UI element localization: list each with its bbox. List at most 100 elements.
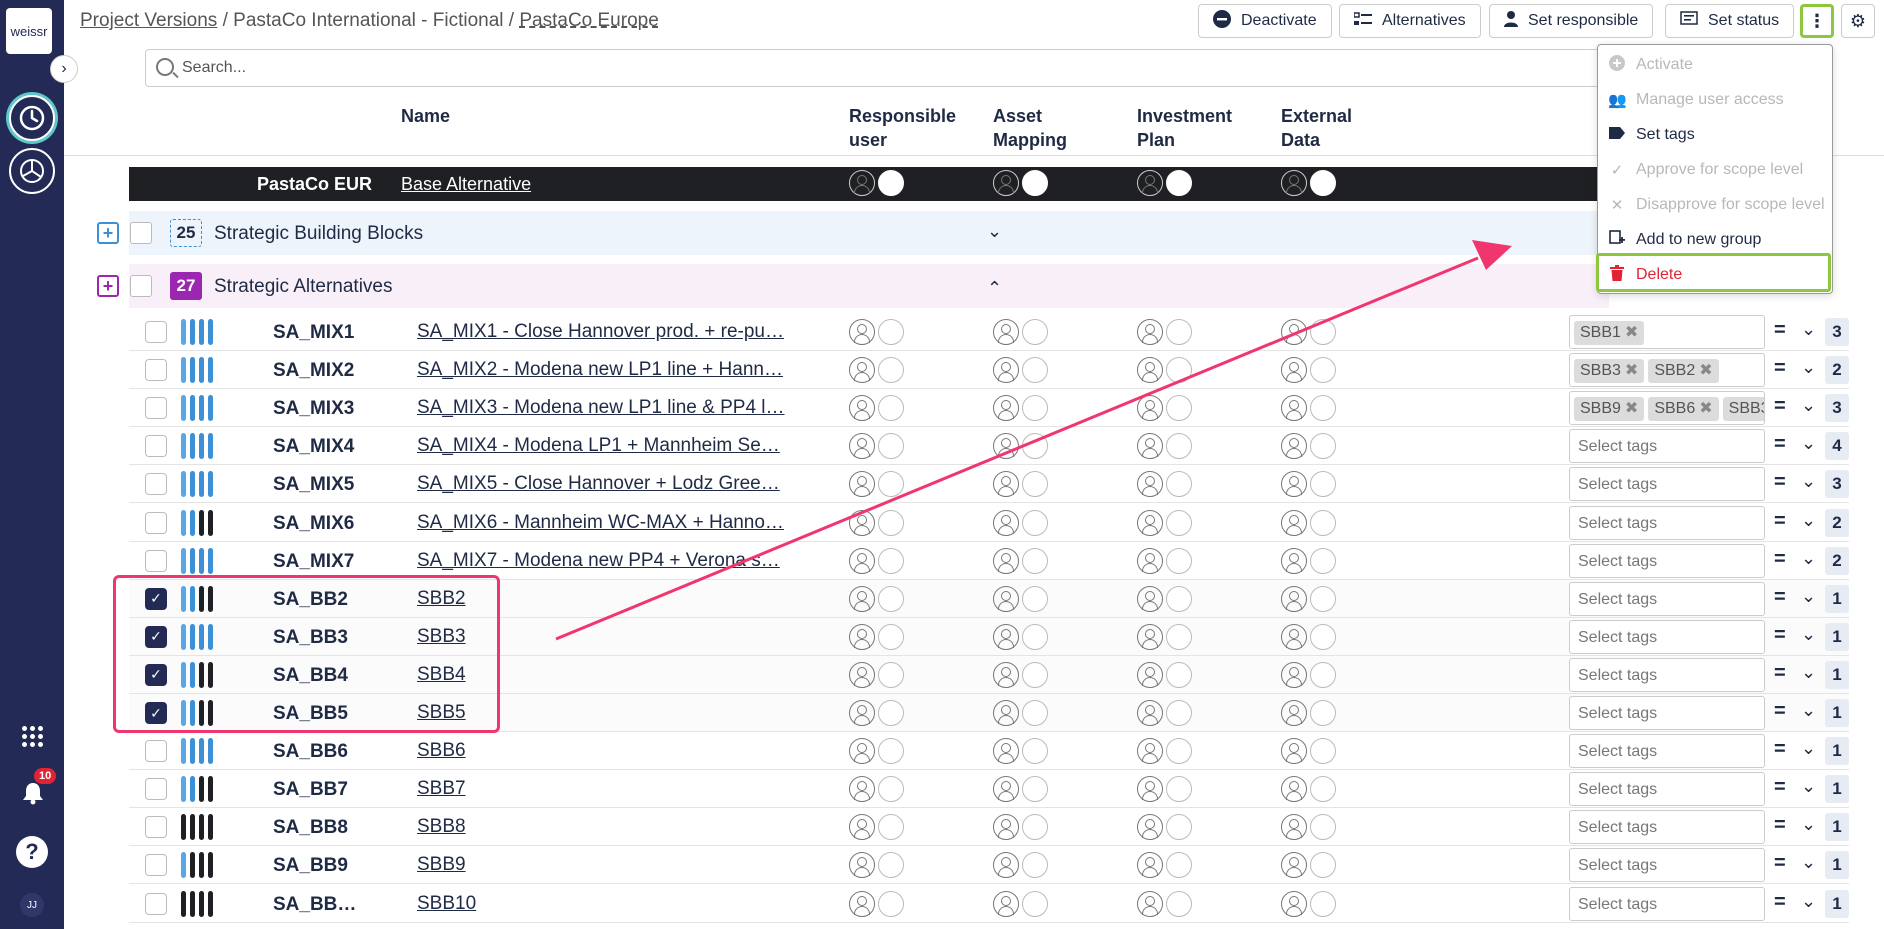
- table-row[interactable]: SA_MIX7 SA_MIX7 - Modena new PP4 + Verona…: [129, 542, 1849, 580]
- tags-select[interactable]: Select tags: [1569, 810, 1765, 845]
- asset-mapping-status[interactable]: [993, 357, 1048, 384]
- row-checkbox[interactable]: [145, 359, 167, 382]
- tags-select[interactable]: Select tags: [1569, 505, 1765, 540]
- menu-item-manage-user-access[interactable]: 👥 Manage user access: [1598, 82, 1834, 117]
- asset-mapping-status[interactable]: [993, 509, 1048, 536]
- asset-mapping-status[interactable]: [993, 700, 1048, 726]
- tags-select[interactable]: Select tags: [1569, 848, 1765, 883]
- responsible-user-status[interactable]: [849, 623, 904, 650]
- chevron-down-icon[interactable]: ⌄: [1801, 852, 1816, 873]
- external-data-status[interactable]: [1281, 776, 1336, 803]
- tags-select[interactable]: SBB1 ✖: [1569, 315, 1765, 349]
- responsible-user-status[interactable]: [849, 509, 904, 536]
- external-data-status[interactable]: [1281, 852, 1336, 879]
- tag-chip[interactable]: SBB3✖: [1574, 359, 1645, 384]
- settings-button[interactable]: ⚙: [1841, 4, 1875, 38]
- external-data-status[interactable]: [1281, 814, 1336, 841]
- drag-handle-icon[interactable]: =: [1774, 548, 1786, 571]
- table-row[interactable]: SA_BB… SBB10 Select tags = ⌄ 1: [129, 885, 1849, 923]
- menu-item-approve-scope[interactable]: ✓ Approve for scope level: [1598, 152, 1834, 187]
- tags-select[interactable]: Select tags: [1569, 429, 1765, 464]
- investment-plan-status[interactable]: [1137, 357, 1192, 384]
- responsible-user-status[interactable]: [849, 738, 904, 765]
- tag-chip[interactable]: SBB1 ✖: [1574, 321, 1645, 345]
- investment-plan-status[interactable]: [1137, 319, 1192, 345]
- chevron-down-icon[interactable]: ⌄: [1801, 776, 1816, 797]
- tags-select[interactable]: Select tags: [1569, 734, 1765, 769]
- tags-select[interactable]: SBB3 ✖ SBB2 ✖: [1569, 353, 1765, 388]
- investment-plan-status[interactable]: [1137, 852, 1192, 879]
- external-data-status[interactable]: [1281, 623, 1336, 650]
- column-header-responsible-user[interactable]: Responsible user: [849, 104, 979, 152]
- external-data-status[interactable]: [1281, 738, 1336, 765]
- base-external-data-status[interactable]: [1281, 170, 1336, 196]
- base-asset-mapping-status[interactable]: [993, 170, 1048, 196]
- chevron-down-icon[interactable]: ⌄: [1801, 395, 1816, 416]
- group-checkbox[interactable]: [130, 222, 152, 244]
- drag-handle-icon[interactable]: =: [1774, 891, 1786, 914]
- investment-plan-status[interactable]: [1137, 395, 1192, 422]
- drag-handle-icon[interactable]: =: [1774, 776, 1786, 799]
- remove-tag-icon[interactable]: ✖: [1625, 362, 1638, 379]
- table-row[interactable]: SA_MIX5 SA_MIX5 - Close Hannover + Lodz G…: [129, 465, 1849, 504]
- external-data-status[interactable]: [1281, 433, 1336, 460]
- row-checkbox[interactable]: [145, 473, 167, 496]
- apps-grid-icon[interactable]: [22, 726, 44, 748]
- external-data-status[interactable]: [1281, 357, 1336, 384]
- chevron-down-icon[interactable]: ⌄: [987, 221, 1002, 242]
- external-data-status[interactable]: [1281, 509, 1336, 536]
- table-row[interactable]: SA_BB8 SBB8 Select tags = ⌄ 1: [129, 808, 1849, 847]
- chevron-down-icon[interactable]: ⌄: [1801, 548, 1816, 569]
- analytics-nav-button[interactable]: [9, 148, 55, 194]
- tags-select[interactable]: Select tags: [1569, 467, 1765, 502]
- alternatives-button[interactable]: Alternatives: [1339, 4, 1481, 38]
- asset-mapping-status[interactable]: [993, 433, 1048, 460]
- set-status-button[interactable]: Set status: [1665, 4, 1795, 38]
- drag-handle-icon[interactable]: =: [1774, 662, 1786, 685]
- responsible-user-status[interactable]: [849, 471, 904, 498]
- tags-select[interactable]: Select tags: [1569, 581, 1765, 616]
- row-name-link[interactable]: SA_MIX2 - Modena new LP1 line + Hann…: [417, 359, 783, 381]
- column-header-external-data[interactable]: External Data: [1281, 104, 1391, 152]
- tag-chip[interactable]: SBB3✖: [1722, 397, 1764, 422]
- tags-select[interactable]: Select tags: [1569, 619, 1765, 654]
- history-nav-button[interactable]: [9, 95, 55, 141]
- row-name-link[interactable]: SA_MIX1 - Close Hannover prod. + re-pu…: [417, 321, 784, 343]
- menu-item-set-tags[interactable]: Set tags: [1598, 117, 1834, 152]
- remove-tag-icon[interactable]: ✖: [1699, 400, 1712, 417]
- external-data-status[interactable]: [1281, 585, 1336, 612]
- column-header-investment-plan[interactable]: Investment Plan: [1137, 104, 1257, 152]
- external-data-status[interactable]: [1281, 547, 1336, 574]
- tags-select[interactable]: Select tags: [1569, 696, 1765, 730]
- row-name-link[interactable]: SBB8: [417, 816, 466, 838]
- drag-handle-icon[interactable]: =: [1774, 319, 1786, 342]
- row-checkbox[interactable]: [145, 435, 167, 458]
- chevron-down-icon[interactable]: ⌄: [1801, 510, 1816, 531]
- table-row[interactable]: SA_MIX1 SA_MIX1 - Close Hannover prod. + …: [129, 313, 1849, 351]
- chevron-down-icon[interactable]: ⌄: [1801, 319, 1816, 340]
- responsible-user-status[interactable]: [849, 395, 904, 422]
- investment-plan-status[interactable]: [1137, 776, 1192, 803]
- row-name-link[interactable]: SA_MIX4 - Modena LP1 + Mannheim Se…: [417, 435, 780, 457]
- more-actions-button[interactable]: ⋮: [1800, 4, 1834, 38]
- row-name-link[interactable]: SA_MIX7 - Modena new PP4 + Verona s…: [417, 550, 780, 572]
- investment-plan-status[interactable]: [1137, 471, 1192, 498]
- drag-handle-icon[interactable]: =: [1774, 357, 1786, 380]
- group-title[interactable]: Strategic Alternatives: [214, 276, 392, 298]
- tag-chip[interactable]: SBB6 ✖: [1648, 397, 1719, 422]
- chevron-down-icon[interactable]: ⌄: [1801, 471, 1816, 492]
- row-name-link[interactable]: SBB9: [417, 854, 466, 876]
- column-header-name[interactable]: Name: [401, 104, 450, 128]
- asset-mapping-status[interactable]: [993, 661, 1048, 688]
- remove-tag-icon[interactable]: ✖: [1625, 400, 1638, 417]
- asset-mapping-status[interactable]: [993, 738, 1048, 765]
- row-name-link[interactable]: SA_MIX5 - Close Hannover + Lodz Gree…: [417, 473, 780, 495]
- deactivate-button[interactable]: Deactivate: [1198, 4, 1332, 38]
- asset-mapping-status[interactable]: [993, 814, 1048, 841]
- chevron-down-icon[interactable]: ⌄: [1801, 586, 1816, 607]
- investment-plan-status[interactable]: [1137, 547, 1192, 574]
- table-row[interactable]: SA_MIX3 SA_MIX3 - Modena new LP1 line & P…: [129, 389, 1849, 428]
- expand-sidebar-button[interactable]: ›: [50, 55, 78, 83]
- asset-mapping-status[interactable]: [993, 623, 1048, 650]
- responsible-user-status[interactable]: [849, 890, 904, 917]
